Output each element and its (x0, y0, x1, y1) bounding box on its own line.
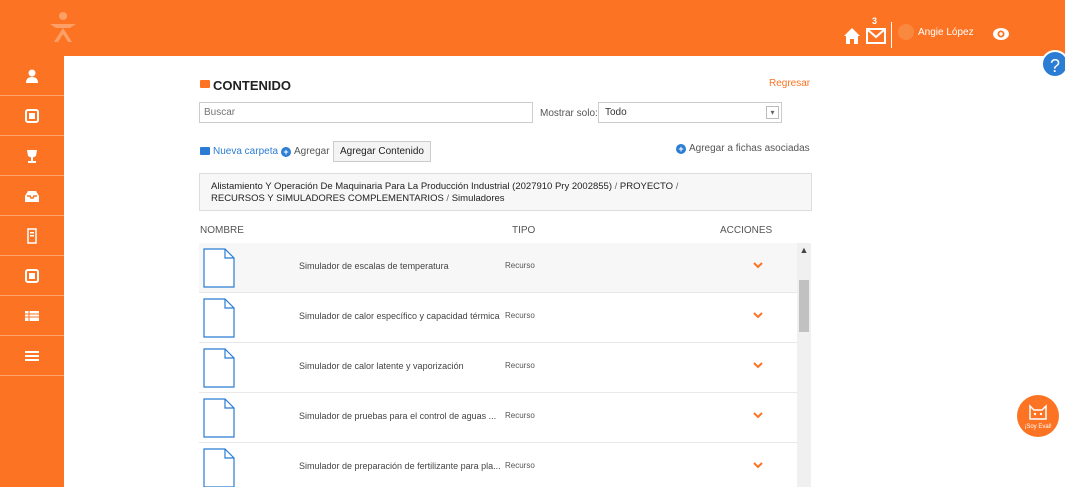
add-content-button[interactable]: Agregar Contenido (333, 141, 431, 162)
breadcrumb-separator: / (443, 193, 452, 204)
folder-icon (200, 80, 210, 88)
sidebar-item-menu[interactable] (0, 336, 64, 376)
sidebar-item-inbox[interactable] (0, 176, 64, 216)
add-to-associated-link[interactable]: + Agregar a fichas asociadas (676, 143, 810, 154)
avatar[interactable] (898, 24, 914, 40)
column-header-actions: ACCIONES (720, 225, 773, 236)
breadcrumb-separator: / (673, 181, 679, 192)
username[interactable]: Angie López (918, 27, 974, 38)
sidebar-item-tables[interactable] (0, 296, 64, 336)
filter-label: Mostrar solo: (540, 108, 598, 119)
chevron-down-icon[interactable] (751, 458, 765, 472)
search-input[interactable] (199, 102, 533, 123)
file-icon (203, 448, 235, 487)
mail-count-badge: 3 (872, 16, 878, 26)
breadcrumb-item[interactable]: RECURSOS Y SIMULADORES COMPLEMENTARIOS (211, 193, 444, 204)
item-name[interactable]: Simulador de preparación de fertilizante… (299, 461, 501, 471)
inbox-icon (25, 191, 39, 202)
back-link[interactable]: Regresar (769, 78, 810, 89)
filter-select[interactable]: Todo ▾ (598, 102, 782, 123)
sena-logo-icon[interactable] (46, 10, 80, 44)
document-icon (27, 228, 37, 244)
sidebar-item-documents[interactable] (0, 216, 64, 256)
list-scrollbar[interactable]: ▲ (797, 243, 811, 487)
column-header-name: NOMBRE (200, 225, 244, 236)
column-header-type: TIPO (512, 225, 536, 236)
topbar-divider (891, 22, 892, 48)
breadcrumb: Alistamiento Y Operación De Maquinaria P… (199, 173, 812, 211)
filter-value: Todo (605, 107, 627, 118)
eye-icon[interactable] (992, 27, 1010, 41)
chevron-down-icon[interactable] (751, 408, 765, 422)
plus-icon: + (281, 147, 291, 157)
file-icon (203, 298, 235, 338)
chevron-down-icon: ▾ (766, 106, 779, 119)
item-type: Recurso (505, 261, 535, 270)
top-bar: 3 Angie López (0, 0, 1065, 56)
content-list: Simulador de escalas de temperatura Recu… (199, 243, 797, 487)
trophy-icon (27, 150, 37, 163)
sidebar (0, 56, 64, 487)
plus-icon: + (676, 144, 686, 154)
breadcrumb-item[interactable]: PROYECTO (620, 181, 673, 192)
item-name[interactable]: Simulador de calor específico y capacida… (299, 311, 500, 321)
home-icon[interactable] (843, 27, 861, 45)
item-name[interactable]: Simulador de pruebas para el control de … (299, 411, 496, 421)
list-item[interactable]: Simulador de escalas de temperatura Recu… (199, 243, 797, 293)
sidebar-item-profile[interactable] (0, 56, 64, 96)
new-folder-label: Nueva carpeta (213, 146, 279, 157)
add-label: Agregar (294, 146, 330, 157)
item-name[interactable]: Simulador de calor latente y vaporizació… (299, 361, 464, 371)
folder-icon (200, 147, 210, 155)
chevron-down-icon[interactable] (751, 258, 765, 272)
list-item[interactable]: Simulador de calor específico y capacida… (199, 293, 797, 343)
card-icon (25, 109, 39, 123)
list-item[interactable]: Simulador de preparación de fertilizante… (199, 443, 797, 487)
menu-icon (25, 351, 39, 361)
file-icon (203, 398, 235, 438)
chevron-down-icon[interactable] (751, 308, 765, 322)
eval-widget-button[interactable]: ¡Soy Eval! (1017, 395, 1059, 437)
card-icon (25, 269, 39, 283)
list-item[interactable]: Simulador de calor latente y vaporizació… (199, 343, 797, 393)
assoc-label: Agregar a fichas asociadas (689, 143, 810, 154)
help-icon[interactable]: ? (1041, 50, 1065, 78)
page-title: CONTENIDO (213, 78, 291, 93)
sidebar-item-records[interactable] (0, 256, 64, 296)
list-item[interactable]: Simulador de pruebas para el control de … (199, 393, 797, 443)
new-folder-link[interactable]: Nueva carpeta (200, 146, 278, 157)
breadcrumb-item[interactable]: Simuladores (452, 193, 505, 204)
cat-face-icon (1029, 404, 1047, 420)
item-type: Recurso (505, 411, 535, 420)
sidebar-item-courses[interactable] (0, 96, 64, 136)
file-icon (203, 348, 235, 388)
mail-icon[interactable] (866, 27, 886, 44)
item-type: Recurso (505, 361, 535, 370)
sidebar-item-achievements[interactable] (0, 136, 64, 176)
add-link[interactable]: + Agregar (281, 146, 330, 157)
table-icon (25, 311, 39, 321)
breadcrumb-separator: / (612, 181, 620, 192)
file-icon (203, 248, 235, 288)
chevron-down-icon[interactable] (751, 358, 765, 372)
scrollbar-thumb[interactable] (799, 280, 809, 332)
item-name[interactable]: Simulador de escalas de temperatura (299, 261, 449, 271)
chevron-up-icon[interactable]: ▲ (799, 245, 809, 255)
user-icon (26, 69, 38, 83)
item-type: Recurso (505, 461, 535, 470)
item-type: Recurso (505, 311, 535, 320)
breadcrumb-item[interactable]: Alistamiento Y Operación De Maquinaria P… (211, 181, 612, 192)
eval-label: ¡Soy Eval! (1024, 424, 1052, 430)
